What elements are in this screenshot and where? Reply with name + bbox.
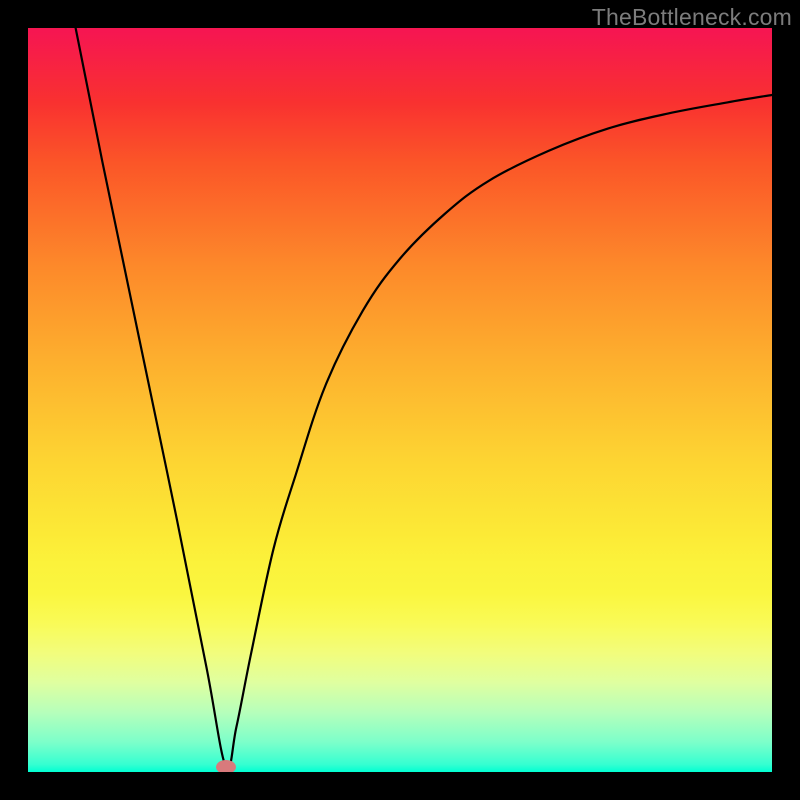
plot-area	[28, 28, 772, 772]
curve-path	[76, 28, 772, 769]
watermark-text: TheBottleneck.com	[592, 4, 792, 31]
curve-svg	[28, 28, 772, 772]
chart-frame: TheBottleneck.com	[0, 0, 800, 800]
bottleneck-curve	[28, 28, 772, 772]
minimum-marker	[216, 760, 236, 772]
